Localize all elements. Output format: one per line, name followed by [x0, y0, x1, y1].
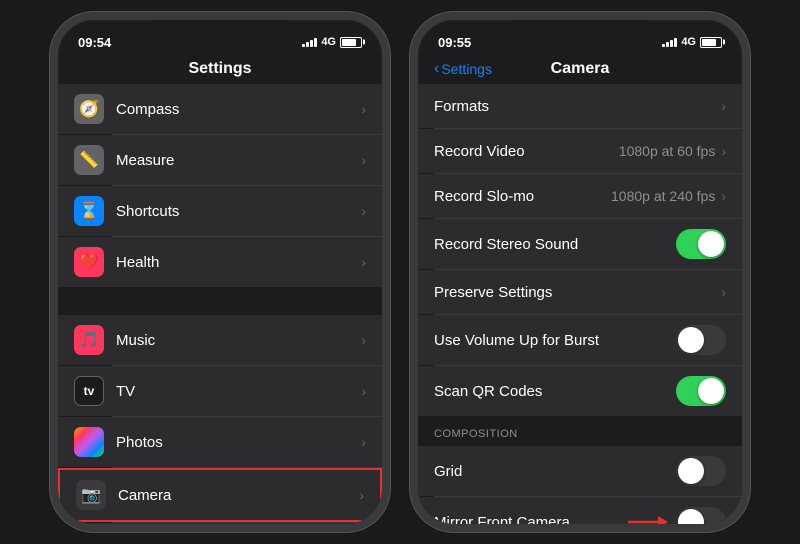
- settings-group-apps: 🎵 Music › tv TV › Photos › 📷 Camera › 📖 …: [58, 315, 382, 532]
- record-slomo-value: 1080p at 240 fps: [611, 188, 715, 204]
- settings-item-music[interactable]: 🎵 Music ›: [58, 315, 382, 365]
- time-1: 09:54: [78, 35, 111, 50]
- grid-label: Grid: [434, 463, 676, 480]
- shortcuts-chevron: ›: [361, 203, 366, 219]
- settings-item-health[interactable]: ❤️ Health ›: [58, 237, 382, 287]
- tv-chevron: ›: [361, 383, 366, 399]
- compass-chevron: ›: [361, 101, 366, 117]
- music-chevron: ›: [361, 332, 366, 348]
- health-chevron: ›: [361, 254, 366, 270]
- settings-item-photos[interactable]: Photos ›: [58, 417, 382, 467]
- network-type-1: 4G: [321, 36, 336, 48]
- camera-group-1: Formats › Record Video 1080p at 60 fps ›…: [418, 84, 742, 416]
- page-title-1: Settings: [188, 60, 251, 77]
- camera-grid-row[interactable]: Grid: [418, 446, 742, 496]
- compass-label: Compass: [116, 101, 361, 118]
- health-icon: ❤️: [74, 247, 104, 277]
- settings-item-books[interactable]: 📖 Books ›: [58, 523, 382, 532]
- back-button[interactable]: ‹ Settings: [434, 60, 492, 78]
- camera-volume-burst-row[interactable]: Use Volume Up for Burst: [418, 315, 742, 365]
- music-label: Music: [116, 332, 361, 349]
- preserve-label: Preserve Settings: [434, 284, 721, 301]
- photos-label: Photos: [116, 434, 361, 451]
- notch-1: [155, 20, 285, 42]
- settings-group-top: 🧭 Compass › 📏 Measure › ⌛ Shortcuts › ❤️…: [58, 84, 382, 287]
- scan-qr-toggle[interactable]: [676, 376, 726, 406]
- volume-burst-label: Use Volume Up for Burst: [434, 332, 676, 349]
- settings-item-compass[interactable]: 🧭 Compass ›: [58, 84, 382, 134]
- camera-formats-row[interactable]: Formats ›: [418, 84, 742, 128]
- settings-item-camera[interactable]: 📷 Camera ›: [58, 468, 382, 522]
- settings-item-shortcuts[interactable]: ⌛ Shortcuts ›: [58, 186, 382, 236]
- record-stereo-toggle[interactable]: [676, 229, 726, 259]
- phone-2: 09:55 4G ‹ Settings Camera Formats ›: [410, 12, 750, 532]
- preserve-chevron: ›: [721, 284, 726, 300]
- formats-label: Formats: [434, 98, 721, 115]
- record-video-value: 1080p at 60 fps: [619, 143, 716, 159]
- tv-label: TV: [116, 383, 361, 400]
- phone-1: 09:54 4G Settings 🧭 Compass › 📏 Mea: [50, 12, 390, 532]
- status-icons-1: 4G: [302, 36, 362, 48]
- tv-icon: tv: [74, 376, 104, 406]
- record-slomo-chevron: ›: [721, 188, 726, 204]
- record-stereo-label: Record Stereo Sound: [434, 236, 676, 253]
- measure-icon: 📏: [74, 145, 104, 175]
- shortcuts-icon: ⌛: [74, 196, 104, 226]
- nav-bar-1: Settings: [58, 56, 382, 84]
- scan-qr-label: Scan QR Codes: [434, 383, 676, 400]
- camera-scan-qr-row[interactable]: Scan QR Codes: [418, 366, 742, 416]
- camera-icon: 📷: [76, 480, 106, 510]
- camera-preserve-row[interactable]: Preserve Settings ›: [418, 270, 742, 314]
- back-label: Settings: [441, 61, 492, 77]
- volume-burst-toggle[interactable]: [676, 325, 726, 355]
- signal-icon-2: [662, 37, 677, 47]
- mirror-toggle[interactable]: [676, 507, 726, 532]
- signal-icon-1: [302, 37, 317, 47]
- camera-mirror-row[interactable]: Mirror Front Camera: [418, 497, 742, 532]
- composition-label: COMPOSITION: [434, 428, 518, 440]
- record-video-chevron: ›: [721, 143, 726, 159]
- camera-record-slomo-row[interactable]: Record Slo-mo 1080p at 240 fps ›: [418, 174, 742, 218]
- camera-chevron: ›: [359, 487, 364, 503]
- battery-icon-2: [700, 37, 722, 48]
- compass-icon: 🧭: [74, 94, 104, 124]
- record-slomo-label: Record Slo-mo: [434, 188, 611, 205]
- page-title-2: Camera: [551, 60, 610, 77]
- camera-record-stereo-row[interactable]: Record Stereo Sound: [418, 219, 742, 269]
- mirror-label: Mirror Front Camera: [434, 514, 628, 531]
- network-type-2: 4G: [681, 36, 696, 48]
- red-arrow-icon: [628, 512, 668, 532]
- measure-chevron: ›: [361, 152, 366, 168]
- nav-bar-2: ‹ Settings Camera: [418, 56, 742, 84]
- camera-record-video-row[interactable]: Record Video 1080p at 60 fps ›: [418, 129, 742, 173]
- settings-item-measure[interactable]: 📏 Measure ›: [58, 135, 382, 185]
- notch-2: [515, 20, 645, 42]
- back-chevron-icon: ‹: [434, 60, 439, 78]
- health-label: Health: [116, 254, 361, 271]
- measure-label: Measure: [116, 152, 361, 169]
- camera-label: Camera: [118, 487, 359, 504]
- record-video-label: Record Video: [434, 143, 619, 160]
- music-icon: 🎵: [74, 325, 104, 355]
- camera-group-composition: Grid Mirror Front Camera View Outside th…: [418, 446, 742, 532]
- composition-section-header: COMPOSITION: [418, 416, 742, 446]
- grid-toggle[interactable]: [676, 456, 726, 486]
- formats-chevron: ›: [721, 98, 726, 114]
- settings-item-tv[interactable]: tv TV ›: [58, 366, 382, 416]
- photos-chevron: ›: [361, 434, 366, 450]
- status-icons-2: 4G: [662, 36, 722, 48]
- shortcuts-label: Shortcuts: [116, 203, 361, 220]
- photos-icon: [74, 427, 104, 457]
- battery-icon-1: [340, 37, 362, 48]
- time-2: 09:55: [438, 35, 471, 50]
